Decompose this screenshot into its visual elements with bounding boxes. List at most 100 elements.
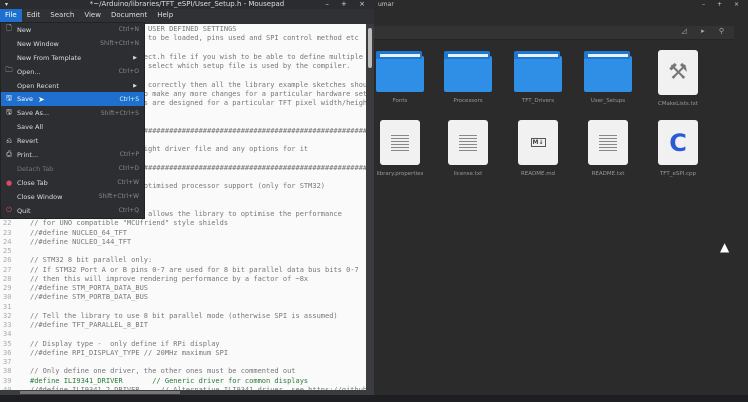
line-number: 25 — [3, 247, 12, 255]
file-item[interactable]: M↓ README.md — [504, 120, 572, 177]
menu-item-save-as[interactable]: 🖫 Save As... Shift+Ctrl+S — [1, 106, 144, 120]
code-line: 27 // If STM32 Port A or B pins 0-7 are u… — [0, 266, 366, 275]
line-number: 26 — [3, 256, 12, 265]
folder-icon — [514, 51, 562, 92]
markdown-file-icon: M↓ — [518, 120, 558, 165]
text-lines-icon — [391, 134, 409, 151]
markdown-badge: M↓ — [530, 138, 546, 147]
menu-item-label: New From Template — [17, 53, 82, 62]
line-number: 27 — [3, 265, 12, 274]
line-number: 28 — [3, 274, 12, 283]
hammer-icon: ⚒ — [668, 60, 688, 85]
menu-edit[interactable]: Edit — [22, 9, 46, 22]
line-number: 33 — [3, 321, 12, 329]
menu-item-open[interactable]: 🗀 Open... Ctrl+O — [1, 65, 144, 79]
code-line: 32 // Tell the library to use 8 bit paral… — [0, 312, 366, 321]
quit-icon: ⏻ — [6, 206, 12, 215]
menu-document[interactable]: Document — [106, 9, 152, 22]
menu-item-shortcut: Ctrl+N — [118, 26, 139, 34]
menu-item-revert[interactable]: ⎌ Revert — [1, 134, 144, 148]
menu-item-open-recent[interactable]: Open Recent ▶ — [1, 79, 144, 93]
mouse-pointer-icon: ▲ — [720, 240, 730, 254]
menu-item-new-window[interactable]: New Window Shift+Ctrl+N — [1, 37, 144, 51]
path-bar-icons[interactable]: ◿ ▸ ⚲ — [682, 27, 730, 35]
text-file-icon — [380, 120, 420, 165]
mouse-cursor-icon: ➤ — [38, 95, 45, 104]
file-item[interactable]: User_Setups — [574, 50, 642, 104]
menu-item-save-all[interactable]: Save All — [1, 120, 144, 134]
path-bar[interactable]: ◿ ▸ ⚲ — [374, 26, 734, 40]
file-item[interactable]: README.txt — [574, 120, 642, 177]
window-menu-icon[interactable]: ▾ — [5, 0, 8, 9]
menu-search[interactable]: Search — [45, 9, 79, 22]
code-line: 25 — [0, 247, 366, 256]
menu-item-print[interactable]: ⎙ Print... Ctrl+P — [1, 148, 144, 162]
line-number: 22 — [3, 219, 12, 228]
menu-item-label: Close Tab — [17, 178, 48, 187]
file-item[interactable]: Processors — [434, 50, 502, 104]
code-line: 30 //#define STM_PORTB_DATA_BUS — [0, 293, 366, 302]
menu-item-label: Open Recent — [17, 81, 59, 90]
menu-item-label: Revert — [17, 137, 39, 146]
file-item[interactable]: library.properties — [366, 120, 434, 177]
file-name: library.properties — [376, 171, 424, 177]
menu-view[interactable]: View — [79, 9, 106, 22]
menu-item-detach-tab[interactable]: Detach Tab Ctrl+D — [1, 162, 144, 176]
file-name: TFT_Drivers — [521, 98, 555, 104]
code-text: //#define STM_PORTB_DATA_BUS — [30, 293, 149, 302]
menu-item-save[interactable]: 🖫 Save Ctrl+S — [1, 92, 144, 107]
code-text: // If STM32 Port A or B pins 0-7 are use… — [30, 265, 359, 274]
menu-item-label: Save All — [17, 123, 44, 132]
code-text: //#define NUCLEO_144_TFT — [30, 237, 132, 246]
line-number: 38 — [3, 367, 12, 376]
file-name: README.txt — [591, 171, 625, 177]
code-line: 31 — [0, 303, 366, 312]
menu-item-shortcut: Shift+Ctrl+W — [98, 193, 139, 201]
file-item[interactable]: ⚒ CMakeLists.txt — [644, 50, 712, 107]
code-line: 23 //#define NUCLEO_64_TFT — [0, 229, 366, 238]
line-number: 30 — [3, 293, 12, 302]
menu-item-label: New Window — [17, 39, 59, 48]
menu-item-new-from-template[interactable]: New From Template ▶ — [1, 51, 144, 65]
file-name: TFT_eSPI.cpp — [659, 171, 697, 177]
file-item[interactable]: TFT_Drivers — [504, 50, 572, 104]
menu-item-label: Quit — [17, 206, 31, 215]
code-text: // Tell the library to use 8 bit paralle… — [30, 311, 338, 320]
line-number: 31 — [3, 302, 12, 311]
code-text: // STM32 8 bit parallel only: — [30, 256, 153, 265]
line-number: 32 — [3, 311, 12, 320]
print-icon: ⎙ — [6, 150, 12, 159]
scrollbar-thumb[interactable] — [20, 391, 180, 394]
line-number: 34 — [3, 330, 12, 339]
code-line: 37 — [0, 358, 366, 367]
menu-help[interactable]: Help — [152, 9, 178, 22]
menu-item-close-window[interactable]: Close Window Shift+Ctrl+W — [1, 190, 144, 204]
revert-icon: ⎌ — [6, 136, 12, 145]
text-file-icon — [588, 120, 628, 165]
code-text: // then this will improve rendering perf… — [30, 274, 309, 283]
menu-item-new[interactable]: 🗋 New Ctrl+N — [1, 23, 144, 37]
line-number: 36 — [3, 348, 12, 357]
code-text: // for UNO compatible "MCUfriend" style … — [30, 219, 229, 228]
line-number: 24 — [3, 237, 12, 246]
code-text: //#define STM_PORTA_DATA_BUS — [30, 284, 149, 292]
menu-file[interactable]: File — [0, 9, 22, 22]
line-number: 39 — [3, 376, 12, 385]
file-item[interactable]: Fonts — [366, 50, 434, 104]
file-item[interactable]: license.txt — [434, 120, 502, 177]
menu-item-label: Close Window — [17, 192, 63, 201]
menu-item-quit[interactable]: ⏻ Quit Ctrl+Q — [1, 204, 144, 218]
code-text: //#define RPI_DISPLAY_TYPE // 20MHz maxi… — [30, 348, 229, 357]
text-lines-icon — [459, 134, 477, 151]
menu-item-close-tab[interactable]: ● Close Tab Ctrl+W — [1, 176, 144, 190]
window-controls[interactable]: – + × — [702, 0, 744, 9]
code-text: //#define NUCLEO_64_TFT — [30, 228, 127, 237]
submenu-arrow-icon: ▶ — [133, 54, 137, 61]
line-number: 23 — [3, 228, 12, 237]
window-title: *~/Arduino/libraries/TFT_eSPI/User_Setup… — [89, 0, 285, 8]
folder-icon — [444, 51, 492, 92]
cpp-badge: C — [669, 128, 687, 157]
window-title: umar — [378, 1, 394, 8]
file-item[interactable]: C TFT_eSPI.cpp — [644, 120, 712, 177]
window-controls[interactable]: – + × — [325, 0, 370, 9]
